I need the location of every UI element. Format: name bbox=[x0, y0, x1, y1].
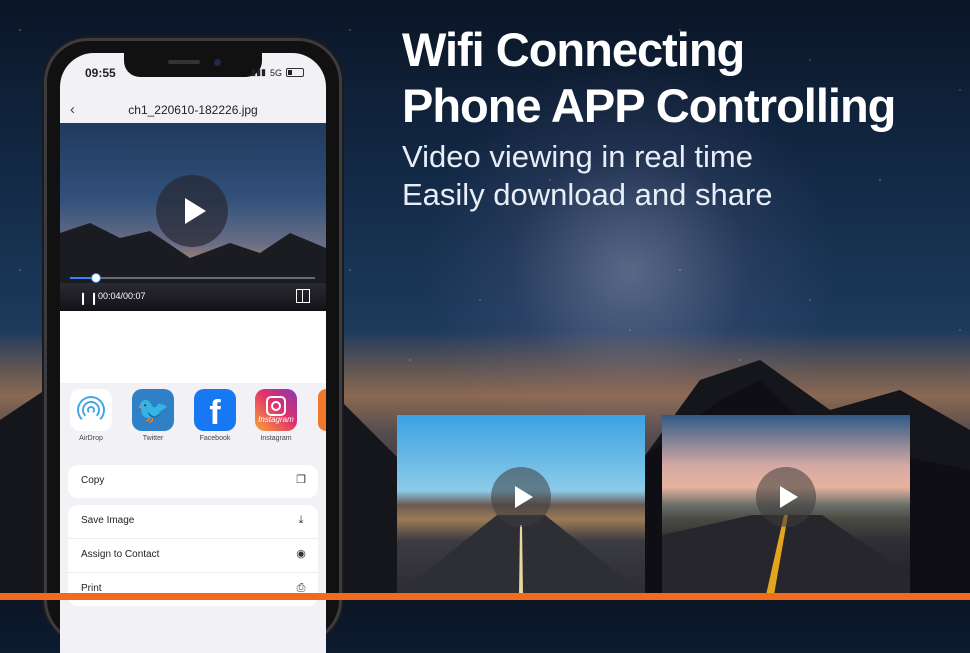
phone-mockup: 09:55 ▮▮▮ 5G ‹ ch1_220610-182226.jpg ❙❙ … bbox=[44, 38, 342, 653]
instagram-icon: Instagram bbox=[255, 389, 297, 431]
seek-bar[interactable] bbox=[70, 273, 315, 283]
road-image bbox=[662, 515, 910, 595]
file-title: ch1_220610-182226.jpg bbox=[128, 103, 258, 117]
share-instagram[interactable]: Instagram Instagram bbox=[253, 389, 299, 442]
action-group-copy: Copy ❐ bbox=[68, 465, 318, 498]
action-label: Save Image bbox=[81, 515, 135, 526]
road-image bbox=[397, 515, 645, 595]
sunset-road-video[interactable] bbox=[662, 415, 910, 595]
seek-handle[interactable] bbox=[90, 273, 101, 283]
signal-icon: ▮▮▮ bbox=[251, 67, 266, 77]
action-label: Copy bbox=[81, 475, 105, 486]
video-time: 00:04/00:07 bbox=[98, 291, 146, 301]
more-app-icon[interactable] bbox=[318, 389, 326, 431]
contact-icon: ◉ bbox=[296, 548, 306, 560]
share-label: AirDrop bbox=[79, 435, 103, 442]
copy-icon: ❐ bbox=[296, 474, 306, 486]
play-icon[interactable] bbox=[756, 467, 816, 527]
subheadline-line-2: Easily download and share bbox=[402, 177, 773, 212]
battery-icon bbox=[286, 68, 304, 77]
pause-icon[interactable]: ❙❙ bbox=[78, 291, 100, 305]
action-copy[interactable]: Copy ❐ bbox=[68, 465, 318, 498]
headline-block: Wifi Connecting Phone APP Controlling Vi… bbox=[402, 22, 896, 214]
action-save-image[interactable]: Save Image ⤓ bbox=[68, 505, 318, 539]
action-print[interactable]: Print ⎙ bbox=[68, 573, 318, 606]
headline-line-1: Wifi Connecting bbox=[402, 23, 745, 76]
play-icon[interactable] bbox=[491, 467, 551, 527]
network-type: 5G bbox=[269, 67, 282, 78]
desert-road-video[interactable] bbox=[397, 415, 645, 595]
twitter-icon: 🐦 bbox=[132, 389, 174, 431]
accent-bar bbox=[0, 593, 970, 600]
instagram-wordmark: Instagram bbox=[258, 415, 294, 424]
share-airdrop[interactable]: AirDrop bbox=[68, 389, 114, 442]
phone-screen: 09:55 ▮▮▮ 5G ‹ ch1_220610-182226.jpg ❙❙ … bbox=[60, 53, 326, 653]
blank-area bbox=[60, 311, 326, 383]
video-player[interactable]: ❙❙ 00:04/00:07 bbox=[60, 123, 326, 311]
headline-line-2: Phone APP Controlling bbox=[402, 79, 896, 132]
airdrop-icon bbox=[70, 389, 112, 431]
status-indicators: ▮▮▮ 5G bbox=[251, 67, 304, 78]
front-camera-icon bbox=[214, 59, 221, 66]
share-label: Instagram bbox=[260, 435, 292, 442]
share-twitter[interactable]: 🐦 Twitter bbox=[130, 389, 176, 442]
status-time: 09:55 bbox=[85, 66, 116, 80]
share-label: Facebook bbox=[199, 435, 231, 442]
save-icon: ⤓ bbox=[298, 514, 304, 526]
action-group-main: Save Image ⤓ Assign to Contact ◉ Print ⎙ bbox=[68, 505, 318, 606]
share-label: Twitter bbox=[142, 435, 164, 442]
share-facebook[interactable]: f Facebook bbox=[192, 389, 238, 442]
fullscreen-icon[interactable] bbox=[296, 289, 310, 303]
nav-bar: ‹ ch1_220610-182226.jpg bbox=[60, 99, 326, 123]
share-targets: AirDrop 🐦 Twitter f Facebook Instagram I… bbox=[60, 389, 326, 451]
action-assign-contact[interactable]: Assign to Contact ◉ bbox=[68, 539, 318, 573]
phone-notch bbox=[124, 53, 262, 77]
action-label: Assign to Contact bbox=[81, 549, 160, 560]
play-button[interactable] bbox=[156, 175, 228, 247]
subheadline-line-1: Video viewing in real time bbox=[402, 139, 753, 174]
facebook-icon: f bbox=[194, 389, 236, 431]
